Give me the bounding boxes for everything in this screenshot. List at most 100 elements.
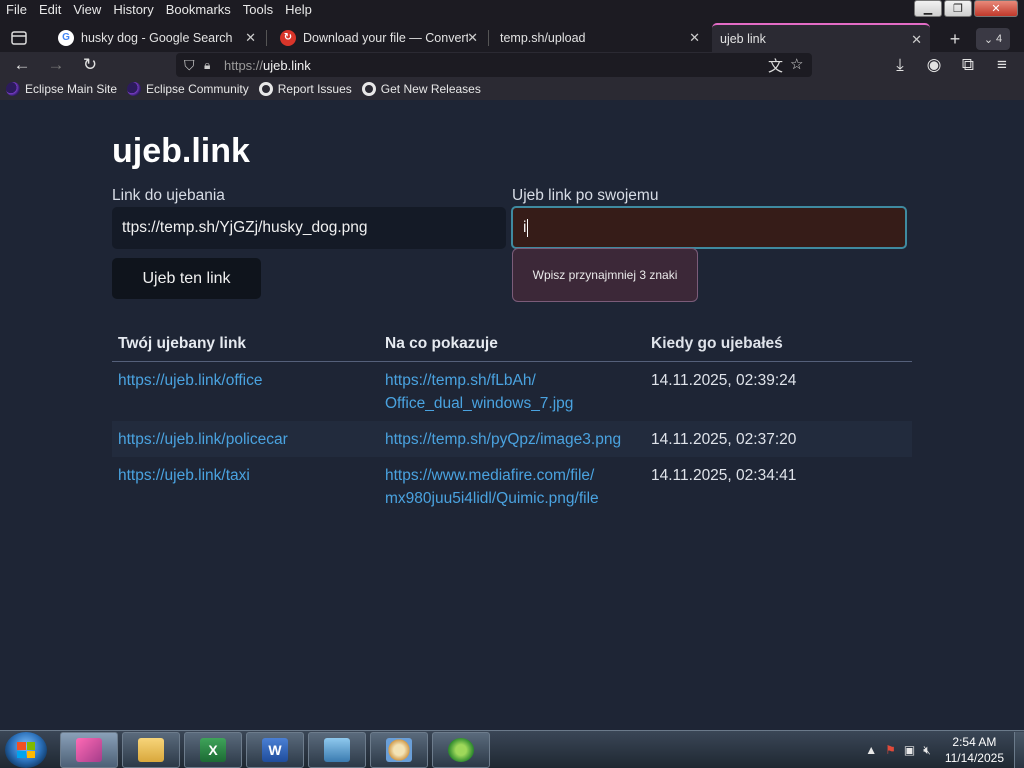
short-link[interactable]: https://ujeb.link/policecar (118, 431, 288, 448)
network-icon[interactable]: ▣ (904, 743, 915, 757)
url-protocol: https:// (224, 57, 264, 73)
converter-icon: ↻ (280, 29, 296, 46)
page-title: ujeb.link (112, 132, 250, 170)
taskbar-word[interactable]: W (246, 732, 304, 768)
tab-strip: G husky dog - Google Search ✕ ↻ Download… (0, 20, 1024, 52)
table-row: https://ujeb.link/office https://temp.sh… (112, 362, 912, 421)
system-tray: ▲ ⚑ ▣ 🔇︎ 2:54 AM 11/14/2025 (865, 731, 1024, 768)
chevron-down-icon: ⌄ (983, 33, 994, 46)
google-icon: G (58, 29, 74, 46)
tab-title: husky dog - Google Search (81, 30, 233, 45)
clock[interactable]: 2:54 AM 11/14/2025 (945, 734, 1004, 766)
taskbar-media-center[interactable] (432, 732, 490, 768)
tab-separator (488, 30, 489, 46)
clock-date: 11/14/2025 (944, 751, 1004, 765)
explorer-icon (138, 738, 164, 762)
minimize-button[interactable]: ▁ (914, 0, 942, 17)
show-desktop-button[interactable] (1014, 732, 1024, 768)
firefox-icon (76, 738, 102, 762)
media-center-icon (448, 738, 474, 762)
bookmark-get-new-releases[interactable]: Get New Releases (361, 82, 481, 96)
tab-temp-upload[interactable]: temp.sh/upload ✕ (492, 23, 708, 52)
action-center-icon[interactable]: ⚑ (885, 743, 896, 757)
menu-history[interactable]: History (107, 0, 159, 20)
bookmarks-toolbar: Eclipse Main Site Eclipse Community Repo… (0, 78, 1024, 100)
puzzle-icon: ⧉ (961, 55, 975, 74)
created-date: 14.11.2025, 02:37:20 (651, 431, 797, 448)
reload-button[interactable]: ↻ (78, 54, 102, 76)
submit-button[interactable]: Ujeb ten link (112, 258, 261, 299)
navigation-bar: ← → ↻ ⛉ 🔒︎ https:// ujeb.link 文 ☆ ⤓ ◉ ⧉ … (0, 52, 1024, 78)
tab-separator (266, 30, 267, 46)
eclipse-icon (127, 82, 142, 96)
taskbar-paint[interactable] (370, 732, 428, 768)
link-input[interactable]: ttps://temp.sh/YjGZj/husky_dog.png (112, 207, 506, 249)
tab-count-button[interactable]: ⌄ 4 (976, 28, 1010, 50)
links-table: Twój ujebany link Na co pokazuje Kiedy g… (112, 335, 912, 516)
target-link-line: https://temp.sh/fLbAh/ (385, 372, 536, 389)
custom-slug-value: i (523, 218, 527, 236)
close-tab-icon[interactable]: ✕ (467, 30, 478, 46)
menu-tools[interactable]: Tools (237, 0, 279, 20)
menu-help[interactable]: Help (279, 0, 318, 20)
app-menu-button[interactable]: ≡ (990, 54, 1014, 76)
bookmark-label: Eclipse Community (146, 82, 249, 96)
back-button[interactable]: ← (10, 54, 34, 76)
clock-time: 2:54 AM (952, 735, 997, 749)
menu-bookmarks[interactable]: Bookmarks (160, 0, 237, 20)
page-content: ujeb.link Link do ujebania ttps://temp.s… (0, 100, 1024, 730)
excel-icon: X (200, 738, 226, 762)
new-tab-button[interactable]: + (942, 28, 968, 50)
start-button[interactable] (5, 732, 47, 768)
short-link[interactable]: https://ujeb.link/office (118, 372, 262, 389)
hamburger-icon: ≡ (997, 55, 1007, 74)
arrow-right-icon: → (47, 55, 65, 74)
tab-count: 4 (996, 33, 1003, 45)
menu-file[interactable]: File (0, 0, 33, 20)
taskbar: X W ▲ ⚑ ▣ 🔇︎ 2:54 AM 11/14/2025 (0, 730, 1024, 768)
show-hidden-icons-icon[interactable]: ▲ (865, 743, 877, 757)
bookmark-star-icon[interactable]: ☆ (790, 55, 803, 73)
menu-edit[interactable]: Edit (33, 0, 67, 20)
forward-button[interactable]: → (44, 54, 68, 76)
taskbar-firefox[interactable] (60, 732, 118, 768)
account-button[interactable]: ◉ (922, 54, 946, 76)
taskbar-picture-viewer[interactable] (308, 732, 366, 768)
bookmark-label: Report Issues (277, 82, 352, 96)
github-icon (258, 82, 273, 96)
custom-slug-input[interactable]: i (511, 206, 907, 249)
bookmark-eclipse-community[interactable]: Eclipse Community (127, 82, 249, 96)
translate-icon[interactable]: 文 (768, 55, 783, 76)
close-tab-icon[interactable]: ✕ (911, 32, 922, 48)
close-window-button[interactable]: ✕ (974, 0, 1018, 17)
extensions-button[interactable]: ⧉ (956, 54, 980, 76)
tab-list-icon (11, 31, 27, 45)
bookmark-label: Get New Releases (380, 82, 481, 96)
tab-google-search[interactable]: G husky dog - Google Search ✕ (50, 23, 264, 52)
tab-ujeb-link[interactable]: ujeb link ✕ (712, 23, 930, 52)
target-link[interactable]: https://www.mediafire.com/file/mx980juu5… (385, 467, 599, 507)
taskbar-excel[interactable]: X (184, 732, 242, 768)
url-host: ujeb.link (263, 57, 311, 73)
created-date: 14.11.2025, 02:39:24 (651, 372, 797, 389)
column-header-target: Na co pokazuje (385, 335, 498, 352)
downloads-button[interactable]: ⤓ (888, 54, 912, 76)
close-tab-icon[interactable]: ✕ (689, 30, 700, 46)
target-link-line: Office_dual_windows_7.jpg (385, 395, 574, 412)
download-icon: ⤓ (896, 55, 904, 74)
menu-view[interactable]: View (67, 0, 107, 20)
bookmark-report-issues[interactable]: Report Issues (258, 82, 352, 96)
tab-title: ujeb link (720, 31, 766, 46)
short-link[interactable]: https://ujeb.link/taxi (118, 467, 250, 484)
close-tab-icon[interactable]: ✕ (245, 30, 256, 46)
taskbar-explorer[interactable] (122, 732, 180, 768)
address-bar[interactable]: ⛉ 🔒︎ https:// ujeb.link 文 ☆ (176, 53, 812, 77)
bookmark-eclipse-main[interactable]: Eclipse Main Site (6, 82, 117, 96)
volume-muted-icon[interactable]: 🔇︎ (923, 743, 931, 758)
target-link[interactable]: https://temp.sh/pyQpz/image3.png (385, 431, 621, 448)
target-link[interactable]: https://temp.sh/fLbAh/Office_dual_window… (385, 372, 573, 412)
github-icon (361, 82, 376, 96)
tab-download-file[interactable]: ↻ Download your file — Converti ✕ (272, 23, 486, 52)
restore-button[interactable]: ❐ (944, 0, 972, 17)
tab-list-button[interactable] (6, 26, 32, 50)
